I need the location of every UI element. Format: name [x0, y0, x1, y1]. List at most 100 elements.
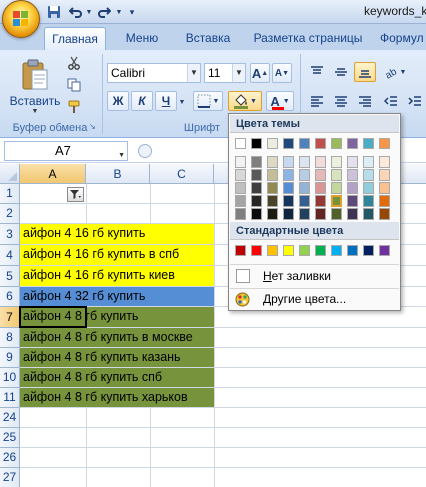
- align-left-button[interactable]: [306, 91, 328, 111]
- theme-shade-swatch[interactable]: [331, 195, 342, 207]
- theme-color-swatch[interactable]: [379, 138, 390, 149]
- row-header[interactable]: 24: [0, 408, 20, 428]
- redo-icon[interactable]: [96, 4, 112, 20]
- standard-color-swatch[interactable]: [299, 245, 310, 256]
- decrease-indent-button[interactable]: [380, 91, 402, 111]
- format-painter-button[interactable]: [64, 98, 84, 116]
- underline-button[interactable]: Ч: [155, 91, 177, 111]
- font-color-button[interactable]: A ▼: [266, 91, 294, 111]
- theme-shade-swatch[interactable]: [331, 208, 342, 220]
- theme-shade-swatch[interactable]: [299, 208, 310, 220]
- shrink-font-button[interactable]: A ▼: [272, 63, 292, 83]
- tab-menu[interactable]: Меню: [114, 27, 170, 50]
- theme-shade-swatch[interactable]: [347, 208, 358, 220]
- standard-color-swatch[interactable]: [315, 245, 326, 256]
- theme-shade-swatch[interactable]: [315, 182, 326, 194]
- theme-shade-swatch[interactable]: [251, 169, 262, 181]
- theme-shade-swatch[interactable]: [331, 156, 342, 168]
- theme-shade-swatch[interactable]: [251, 156, 262, 168]
- theme-shade-swatch[interactable]: [363, 195, 374, 207]
- no-fill-option[interactable]: Нет заливки: [230, 265, 399, 287]
- theme-color-swatch[interactable]: [363, 138, 374, 149]
- standard-color-swatch[interactable]: [267, 245, 278, 256]
- theme-shade-swatch[interactable]: [267, 156, 278, 168]
- theme-shade-swatch[interactable]: [331, 182, 342, 194]
- theme-shade-swatch[interactable]: [379, 156, 390, 168]
- theme-shade-swatch[interactable]: [251, 208, 262, 220]
- theme-shade-swatch[interactable]: [299, 169, 310, 181]
- font-size-dropdown-icon[interactable]: ▼: [232, 64, 245, 82]
- save-icon[interactable]: [46, 4, 62, 20]
- theme-shade-swatch[interactable]: [251, 182, 262, 194]
- theme-shade-swatch[interactable]: [379, 169, 390, 181]
- theme-shade-swatch[interactable]: [267, 169, 278, 181]
- theme-shade-swatch[interactable]: [235, 156, 246, 168]
- theme-shade-swatch[interactable]: [283, 156, 294, 168]
- theme-shade-swatch[interactable]: [331, 169, 342, 181]
- theme-shade-swatch[interactable]: [299, 195, 310, 207]
- theme-color-swatch[interactable]: [235, 138, 246, 149]
- theme-shade-swatch[interactable]: [379, 182, 390, 194]
- row-header[interactable]: 27: [0, 468, 20, 487]
- theme-shade-swatch[interactable]: [267, 182, 278, 194]
- name-box-dropdown-icon[interactable]: ▼: [118, 147, 125, 165]
- row-header[interactable]: 4: [0, 245, 20, 266]
- theme-color-swatch[interactable]: [283, 138, 294, 149]
- theme-shade-swatch[interactable]: [235, 182, 246, 194]
- cell-a24[interactable]: [20, 408, 86, 427]
- theme-shade-swatch[interactable]: [283, 195, 294, 207]
- theme-shade-swatch[interactable]: [379, 195, 390, 207]
- standard-color-swatch[interactable]: [379, 245, 390, 256]
- font-size-combo[interactable]: 11 ▼: [204, 63, 246, 83]
- theme-shade-swatch[interactable]: [283, 169, 294, 181]
- cell-a27[interactable]: [20, 468, 86, 487]
- office-button[interactable]: [2, 0, 40, 38]
- tab-home[interactable]: Главная: [44, 27, 106, 50]
- standard-color-swatch[interactable]: [235, 245, 246, 256]
- row-header[interactable]: 8: [0, 328, 20, 348]
- theme-color-swatch[interactable]: [299, 138, 310, 149]
- align-middle-button[interactable]: [330, 62, 352, 82]
- cell-a26[interactable]: [20, 448, 86, 467]
- standard-color-swatch[interactable]: [251, 245, 262, 256]
- standard-color-swatch[interactable]: [331, 245, 342, 256]
- align-center-button[interactable]: [330, 91, 352, 111]
- tab-insert[interactable]: Вставка: [176, 27, 240, 50]
- theme-shade-swatch[interactable]: [235, 169, 246, 181]
- redo-dropdown-icon[interactable]: ▼: [114, 4, 124, 20]
- name-box[interactable]: A7 ▼: [4, 141, 128, 161]
- column-header-a[interactable]: A: [20, 164, 86, 184]
- theme-shade-swatch[interactable]: [283, 208, 294, 220]
- column-header-b[interactable]: B: [86, 164, 150, 184]
- theme-shade-swatch[interactable]: [347, 182, 358, 194]
- more-colors-option[interactable]: Другие цвета...: [230, 288, 399, 310]
- grow-font-button[interactable]: A ▲: [250, 63, 270, 83]
- italic-button[interactable]: К: [131, 91, 153, 111]
- borders-button[interactable]: ▼: [193, 91, 223, 111]
- orientation-button[interactable]: ab ▼: [380, 62, 410, 82]
- tab-page-layout[interactable]: Разметка страницы: [246, 27, 370, 50]
- cell-a2[interactable]: [20, 204, 86, 223]
- align-top-button[interactable]: [306, 62, 328, 82]
- paste-button[interactable]: Вставить ▼: [10, 54, 60, 118]
- increase-indent-button[interactable]: [404, 91, 426, 111]
- theme-shade-swatch[interactable]: [235, 195, 246, 207]
- row-header[interactable]: 10: [0, 368, 20, 388]
- select-all-corner[interactable]: [0, 164, 20, 184]
- copy-button[interactable]: [64, 76, 84, 94]
- fill-color-button[interactable]: ▼: [228, 91, 262, 111]
- theme-shade-swatch[interactable]: [299, 182, 310, 194]
- row-header[interactable]: 11: [0, 388, 20, 408]
- theme-shade-swatch[interactable]: [347, 169, 358, 181]
- standard-color-swatch[interactable]: [283, 245, 294, 256]
- font-name-dropdown-icon[interactable]: ▼: [187, 64, 200, 82]
- theme-shade-swatch[interactable]: [251, 195, 262, 207]
- cut-button[interactable]: [64, 54, 84, 72]
- theme-color-swatch[interactable]: [267, 138, 278, 149]
- theme-shade-swatch[interactable]: [363, 208, 374, 220]
- row-header[interactable]: 3: [0, 224, 20, 245]
- theme-shade-swatch[interactable]: [283, 182, 294, 194]
- standard-color-swatch[interactable]: [347, 245, 358, 256]
- theme-shade-swatch[interactable]: [315, 156, 326, 168]
- theme-shade-swatch[interactable]: [299, 156, 310, 168]
